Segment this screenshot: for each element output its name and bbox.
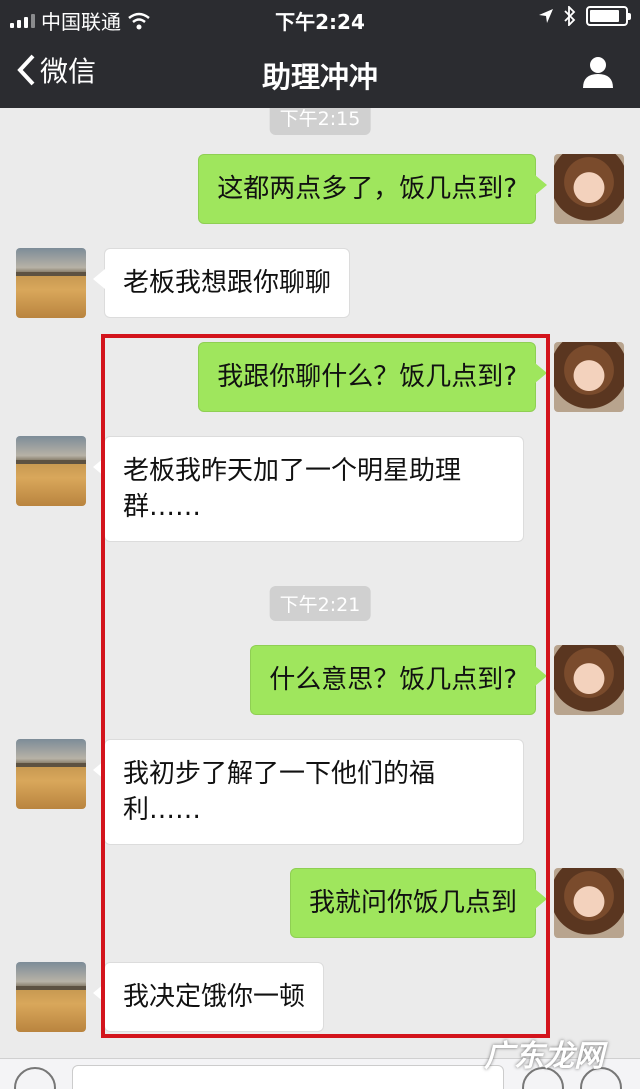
bluetooth-icon [564,6,576,26]
message-sent[interactable]: 这都两点多了，饭几点到? [198,154,547,224]
watermark: 广东龙网 [484,1039,604,1074]
timestamp: 下午2:21 [269,586,371,621]
my-avatar[interactable] [554,154,624,224]
message-received[interactable]: 老板我想跟你聊聊 [92,248,351,318]
message-sent[interactable]: 什么意思？饭几点到? [250,645,547,715]
location-arrow-icon [539,9,553,23]
chat-title: 助理冲冲 [261,60,378,94]
battery-icon [586,6,631,26]
contact-avatar[interactable] [16,739,86,809]
message-input[interactable] [72,1065,504,1089]
contact-avatar[interactable] [16,436,86,506]
timestamp: 下午2:15 [269,108,371,135]
message-list[interactable]: 下午2:15 这都两点多了，饭几点到? 老板我想跟你聊聊 我跟你聊什么？饭几点到… [0,108,640,1058]
status-bar: 中国联通 下午2:24 [0,0,640,36]
my-avatar[interactable] [554,645,624,715]
my-avatar[interactable] [554,868,624,938]
chat-header: 微信 助理冲冲 [0,36,640,108]
message-sent[interactable]: 我跟你聊什么？饭几点到? [198,342,547,412]
message-received[interactable]: 老板我昨天加了一个明星助理群…… [93,436,524,542]
message-received[interactable]: 我决定饿你一顿 [92,962,325,1032]
message-received[interactable]: 我初步了解了一下他们的福利…… [93,739,524,845]
my-avatar[interactable] [554,342,624,412]
message-sent[interactable]: 我就问你饭几点到 [289,868,548,938]
person-icon[interactable] [580,54,616,90]
contact-avatar[interactable] [16,962,86,1032]
contact-avatar[interactable] [16,248,86,318]
voice-input-button[interactable] [14,1067,56,1089]
